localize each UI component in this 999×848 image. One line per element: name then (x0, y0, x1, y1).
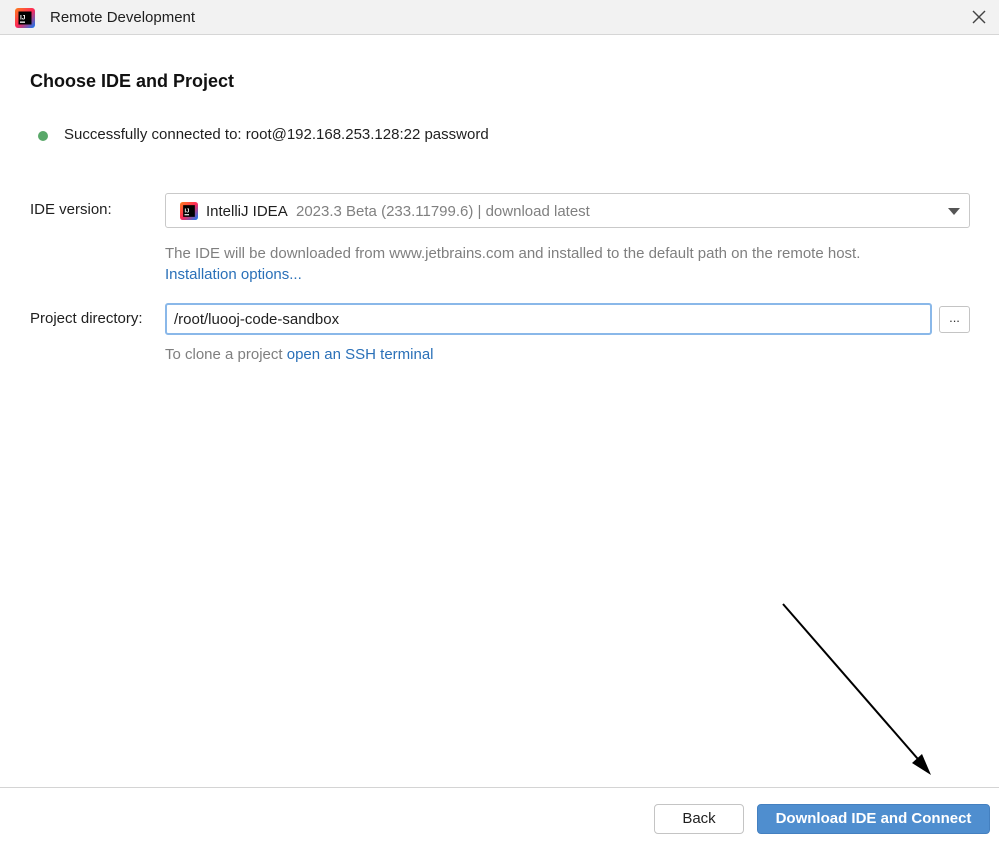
download-ide-and-connect-button[interactable]: Download IDE and Connect (757, 804, 990, 834)
installation-options-link[interactable]: Installation options... (165, 266, 302, 283)
chevron-down-icon (948, 208, 960, 215)
footer-divider (0, 787, 999, 788)
ide-version-label: IDE version: (30, 201, 112, 218)
page-title: Choose IDE and Project (30, 71, 235, 91)
connection-status-text: Successfully connected to: root@192.168.… (64, 126, 489, 143)
intellij-idea-icon: IJ (15, 8, 35, 28)
connection-status-dot-icon (38, 131, 48, 141)
open-ssh-terminal-link[interactable]: open an SSH terminal (287, 346, 434, 363)
svg-text:IJ: IJ (20, 15, 26, 22)
close-icon[interactable] (968, 6, 990, 28)
browse-button[interactable]: ... (939, 306, 970, 333)
ide-version-select[interactable]: IJ IntelliJ IDEA 2023.3 Beta (233.11799.… (165, 193, 970, 228)
intellij-idea-icon: IJ (180, 202, 198, 220)
svg-text:IJ: IJ (185, 208, 190, 214)
ide-version-text: 2023.3 Beta (233.11799.6) | download lat… (296, 203, 590, 220)
clone-hint-prefix: To clone a project (165, 346, 287, 363)
window-title: Remote Development (50, 9, 196, 26)
title-bar: IJ Remote Development (0, 0, 999, 35)
back-button[interactable]: Back (654, 804, 744, 834)
project-directory-input[interactable] (165, 303, 932, 335)
ide-download-hint: The IDE will be downloaded from www.jetb… (165, 245, 861, 262)
project-directory-label: Project directory: (30, 310, 143, 327)
ide-name: IntelliJ IDEA (206, 203, 288, 220)
clone-hint: To clone a project open an SSH terminal (165, 346, 434, 363)
